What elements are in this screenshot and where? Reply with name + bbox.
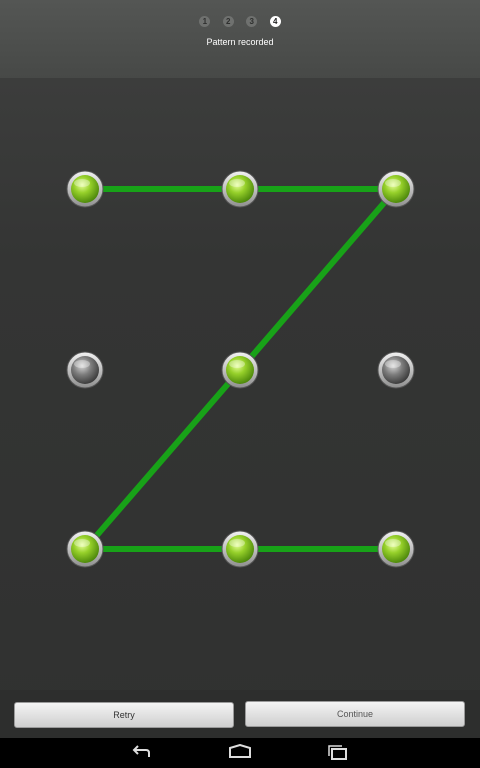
- retry-button[interactable]: Retry: [14, 702, 234, 728]
- pattern-line-segment: [237, 186, 399, 373]
- back-icon[interactable]: [129, 744, 155, 762]
- pattern-dot-8-selected[interactable]: [221, 530, 259, 568]
- pattern-dot-6[interactable]: [377, 351, 415, 389]
- pattern-dot-1-selected[interactable]: [66, 170, 104, 208]
- recent-apps-icon[interactable]: [325, 744, 351, 762]
- pattern-grid[interactable]: [0, 0, 480, 690]
- pattern-dot-3-selected[interactable]: [377, 170, 415, 208]
- pattern-dot-4[interactable]: [66, 351, 104, 389]
- continue-button[interactable]: Continue: [245, 701, 465, 727]
- home-icon[interactable]: [227, 744, 253, 762]
- pattern-dot-7-selected[interactable]: [66, 530, 104, 568]
- pattern-dot-2-selected[interactable]: [221, 170, 259, 208]
- navigation-bar: [0, 738, 480, 768]
- pattern-line-segment: [82, 367, 243, 552]
- pattern-dot-9-selected[interactable]: [377, 530, 415, 568]
- pattern-dot-5-selected[interactable]: [221, 351, 259, 389]
